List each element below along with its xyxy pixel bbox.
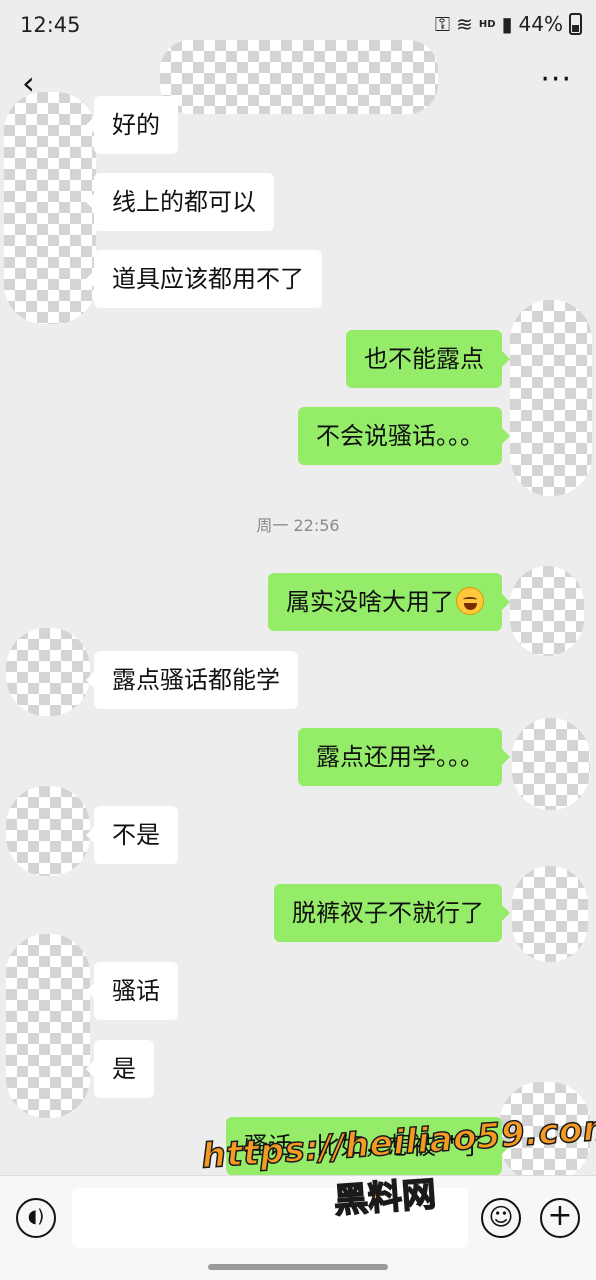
- incoming-message[interactable]: 是: [86, 1040, 154, 1098]
- chat-timestamp: 周一 22:56: [256, 516, 340, 535]
- incoming-message[interactable]: 露点骚话都能学: [86, 651, 298, 709]
- battery-icon: [569, 13, 582, 35]
- outgoing-message[interactable]: 属实没啥大用了: [268, 573, 510, 631]
- contact-avatar[interactable]: [6, 628, 90, 716]
- rolling-laughing-emoji-icon: [456, 587, 484, 615]
- incoming-message[interactable]: 不是: [86, 806, 178, 864]
- outgoing-message[interactable]: 不会说骚话。。。: [298, 407, 510, 465]
- incoming-message[interactable]: 线上的都可以: [86, 173, 274, 231]
- self-avatar[interactable]: [512, 866, 588, 962]
- self-avatar[interactable]: [512, 718, 590, 810]
- more-options-icon[interactable]: ···: [540, 62, 572, 97]
- signal-icon: ▮: [501, 12, 513, 36]
- hd-indicator: HD: [478, 18, 496, 30]
- outgoing-message[interactable]: 也不能露点: [346, 330, 510, 388]
- key-icon: ⚿: [434, 12, 451, 36]
- status-icons: ⚿ ≋ HD ▮ 44%: [435, 12, 582, 36]
- site-watermark: https://heiliao59.com 黑料网: [200, 1107, 596, 1257]
- contact-avatar[interactable]: [6, 934, 90, 1118]
- home-indicator[interactable]: [208, 1264, 388, 1270]
- wifi-icon: ≋: [456, 12, 473, 36]
- status-time: 12:45: [20, 13, 81, 37]
- incoming-message[interactable]: 道具应该都用不了: [86, 250, 322, 308]
- outgoing-message[interactable]: 露点还用学。。。: [298, 728, 510, 786]
- self-avatar[interactable]: [510, 300, 592, 496]
- incoming-message[interactable]: 骚话: [86, 962, 178, 1020]
- outgoing-message[interactable]: 脱裤衩子不就行了: [274, 884, 510, 942]
- battery-percent: 44%: [518, 12, 563, 36]
- contact-avatar[interactable]: [4, 92, 96, 324]
- contact-avatar[interactable]: [6, 786, 90, 876]
- incoming-message[interactable]: 好的: [86, 96, 178, 154]
- contact-name-redacted: [160, 40, 438, 114]
- voice-input-icon[interactable]: ◖): [16, 1198, 56, 1238]
- self-avatar[interactable]: [510, 566, 584, 656]
- message-text: 属实没啥大用了: [286, 588, 454, 616]
